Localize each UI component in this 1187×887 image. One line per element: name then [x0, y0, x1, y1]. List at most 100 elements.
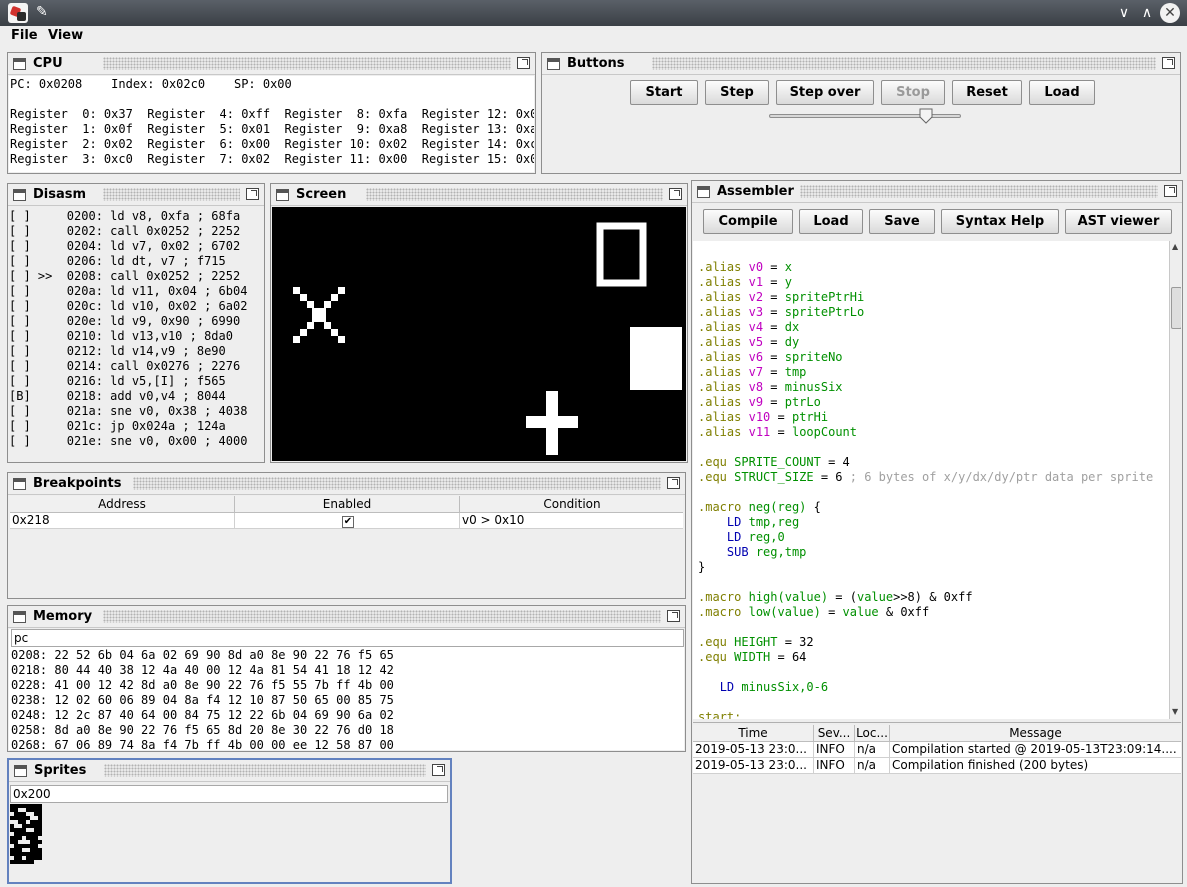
pin-icon[interactable]: ✎	[36, 4, 48, 20]
disasm-line[interactable]: [ ] 0212: ld v14,v9 ; 8e90	[9, 344, 263, 359]
memory-row: 0208: 22 52 6b 04 6a 02 69 90 8d a0 8e 9…	[11, 648, 394, 662]
step-button[interactable]: Step	[705, 80, 769, 105]
log-location[interactable]: n/a	[855, 758, 890, 774]
maximize-frame-icon[interactable]	[1162, 57, 1175, 69]
screen-frame: Screen	[270, 183, 688, 463]
buttons-titlebar[interactable]: Buttons	[542, 53, 1180, 75]
screen-titlebar[interactable]: Screen	[271, 184, 687, 206]
sprite-address-input[interactable]: 0x200	[10, 785, 448, 803]
code-scrollbar[interactable]: ▲ ▼	[1169, 241, 1181, 719]
log-time[interactable]: 2019-05-13 23:0...	[693, 758, 814, 774]
log-col-message[interactable]: Message	[890, 725, 1181, 742]
menu-file[interactable]: File	[11, 28, 38, 43]
syntax-help-button[interactable]: Syntax Help	[941, 209, 1059, 234]
breakpoints-col-address[interactable]: Address	[10, 496, 235, 513]
code-line: .alias v7 = tmp	[698, 365, 807, 379]
disasm-line[interactable]: [ ] 020a: ld v11, 0x04 ; 6b04	[9, 284, 263, 299]
menu-bar: File View	[0, 26, 1187, 46]
code-line: SUB reg,tmp	[726, 545, 807, 559]
assembler-save-button[interactable]: Save	[869, 209, 935, 234]
disasm-line[interactable]: [ ] 0214: call 0x0276 ; 2276	[9, 359, 263, 374]
maximize-frame-icon[interactable]	[1164, 185, 1177, 197]
frame-icon	[13, 611, 26, 623]
breakpoints-frame: Breakpoints Address Enabled Condition 0x…	[7, 472, 686, 599]
log-message[interactable]: Compilation finished (200 bytes)	[890, 758, 1181, 774]
sprites-titlebar[interactable]: Sprites	[9, 760, 450, 782]
breakpoint-address[interactable]: 0x218	[10, 513, 235, 529]
step-over-button[interactable]: Step over	[776, 80, 874, 105]
disasm-line[interactable]: [ ] 0206: ld dt, v7 ; f715	[9, 254, 263, 269]
ast-viewer-button[interactable]: AST viewer	[1065, 209, 1172, 234]
disasm-line[interactable]: [ ] 0204: ld v7, 0x02 ; 6702	[9, 239, 263, 254]
log-message[interactable]: Compilation started @ 2019-05-13T23:09:1…	[890, 742, 1181, 758]
assembler-titlebar[interactable]: Assembler	[692, 181, 1182, 203]
sprite-plus	[526, 391, 578, 455]
code-line: .alias v9 = ptrLo	[698, 395, 821, 409]
breakpoint-enabled-checkbox[interactable]: ✔	[342, 516, 354, 528]
sprite-preview	[10, 804, 42, 864]
maximize-frame-icon[interactable]	[432, 764, 445, 776]
disasm-line[interactable]: [ ] 021e: sne v0, 0x00 ; 4000	[9, 434, 263, 449]
disasm-line[interactable]: [B] 0218: add v0,v4 ; 8044	[9, 389, 263, 404]
frame-icon	[697, 186, 710, 198]
reset-button[interactable]: Reset	[952, 80, 1022, 105]
disasm-line[interactable]: [ ] 0216: ld v5,[I] ; f565	[9, 374, 263, 389]
stop-button[interactable]: Stop	[881, 80, 945, 105]
disasm-line[interactable]: [ ] 021a: sne v0, 0x38 ; 4038	[9, 404, 263, 419]
maximize-frame-icon[interactable]	[667, 477, 680, 489]
breakpoints-titlebar[interactable]: Breakpoints	[8, 473, 685, 495]
close-button[interactable]: ✕	[1160, 3, 1180, 23]
disasm-list[interactable]: [ ] 0200: ld v8, 0xfa ; 68fa [ ] 0202: c…	[9, 207, 263, 461]
code-line: .alias v3 = spritePtrLo	[698, 305, 865, 319]
start-button[interactable]: Start	[630, 80, 698, 105]
code-line: .macro high(value) = (value>>8) & 0xff	[698, 590, 973, 604]
log-col-time[interactable]: Time	[693, 725, 814, 742]
load-button[interactable]: Load	[1029, 80, 1095, 105]
log-col-location[interactable]: Loc...	[855, 725, 890, 742]
log-location[interactable]: n/a	[855, 742, 890, 758]
disasm-titlebar[interactable]: Disasm	[8, 184, 264, 206]
log-col-severity[interactable]: Sev...	[814, 725, 855, 742]
cpu-frame: CPU PC: 0x0208 Index: 0x02c0 SP: 0x00 Re…	[7, 52, 536, 174]
breakpoints-col-condition[interactable]: Condition	[460, 496, 683, 513]
scroll-thumb[interactable]	[1171, 287, 1181, 329]
breakpoints-title: Breakpoints	[33, 476, 128, 491]
speed-slider-thumb[interactable]	[919, 108, 933, 124]
maximize-frame-icon[interactable]	[517, 57, 530, 69]
disasm-line[interactable]: [ ] 0210: ld v13,v10 ; 8da0	[9, 329, 263, 344]
scroll-up-icon[interactable]: ▲	[1172, 242, 1178, 251]
breakpoint-enabled-cell[interactable]: ✔	[235, 513, 460, 529]
disasm-line[interactable]: [ ] 021c: jp 0x024a ; 124a	[9, 419, 263, 434]
disasm-line[interactable]: [ ] 0202: call 0x0252 ; 2252	[9, 224, 263, 239]
display-canvas	[293, 222, 682, 455]
breakpoint-condition[interactable]: v0 > 0x10	[460, 513, 683, 529]
log-severity[interactable]: INFO	[814, 758, 855, 774]
assembler-frame: Assembler Compile Load Save Syntax Help …	[691, 180, 1183, 884]
disasm-line[interactable]: [ ] 020c: ld v10, 0x02 ; 6a02	[9, 299, 263, 314]
breakpoints-col-enabled[interactable]: Enabled	[235, 496, 460, 513]
memory-address-input[interactable]: pc	[11, 629, 684, 647]
scroll-down-icon[interactable]: ▼	[1172, 707, 1178, 716]
code-line: start:	[698, 710, 742, 719]
assembler-load-button[interactable]: Load	[799, 209, 863, 234]
disasm-line[interactable]: [ ] 0200: ld v8, 0xfa ; 68fa	[9, 209, 263, 224]
cpu-titlebar[interactable]: CPU	[8, 53, 535, 75]
disasm-line[interactable]: [ ] 020e: ld v9, 0x90 ; 6990	[9, 314, 263, 329]
maximize-frame-icon[interactable]	[667, 610, 680, 622]
log-time[interactable]: 2019-05-13 23:0...	[693, 742, 814, 758]
code-editor[interactable]: .alias v0 = x .alias v1 = y .alias v2 = …	[693, 241, 1169, 719]
code-line: .alias v6 = spriteNo	[698, 350, 843, 364]
sprite-hollow-box	[596, 222, 647, 287]
maximize-frame-icon[interactable]	[669, 188, 682, 200]
disasm-line[interactable]: [ ] >> 0208: call 0x0252 ; 2252	[9, 269, 263, 284]
maximize-button[interactable]: ∧	[1137, 3, 1157, 23]
compile-button[interactable]: Compile	[703, 209, 793, 234]
memory-titlebar[interactable]: Memory	[8, 606, 685, 628]
menu-view[interactable]: View	[48, 28, 83, 43]
log-severity[interactable]: INFO	[814, 742, 855, 758]
code-line: LD reg,0	[726, 530, 785, 544]
code-line: LD tmp,reg	[726, 515, 800, 529]
register-row: Register 3: 0xc0 Register 7: 0x02 Regist…	[10, 152, 534, 166]
maximize-frame-icon[interactable]	[246, 188, 259, 200]
minimize-button[interactable]: ∨	[1114, 3, 1134, 23]
